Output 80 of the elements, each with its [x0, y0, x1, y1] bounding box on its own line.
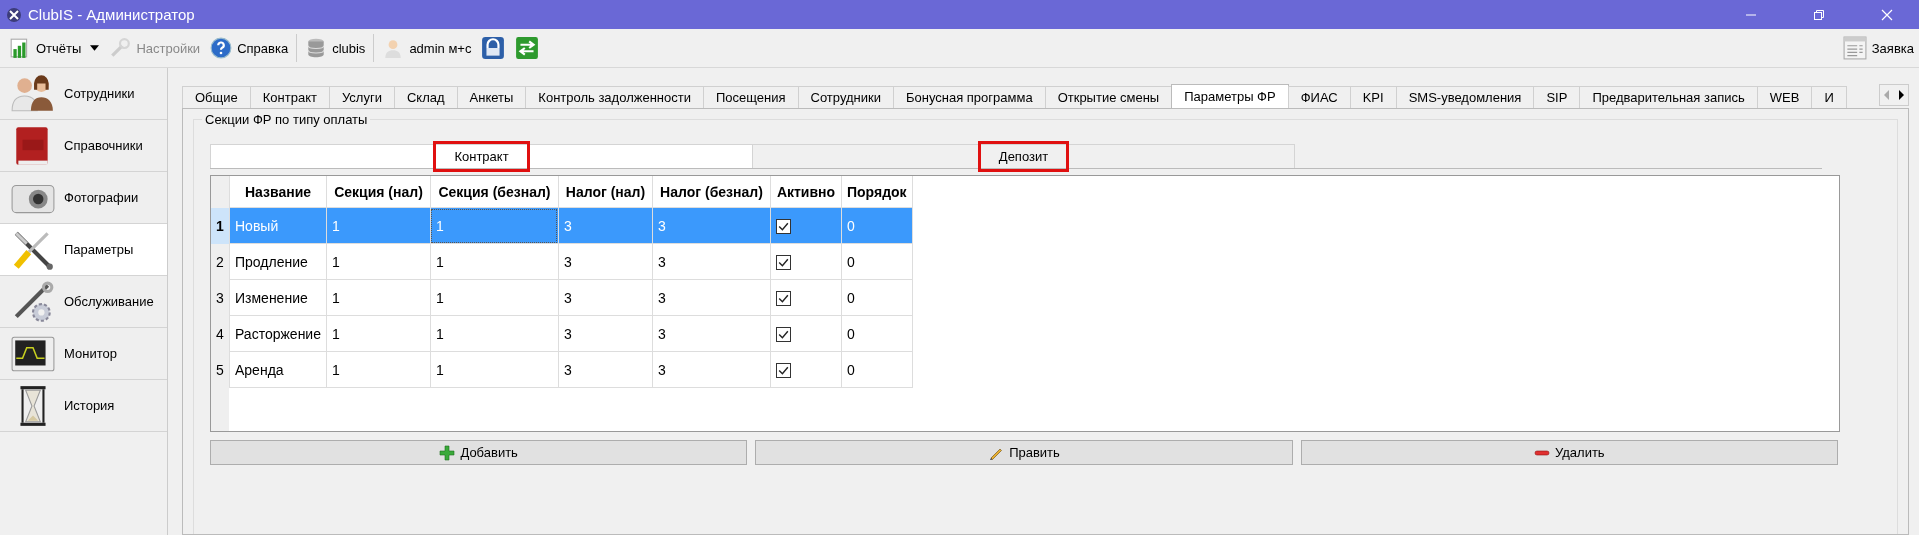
tab[interactable]: Контракт — [249, 86, 330, 108]
sidebar-label: Монитор — [64, 346, 117, 361]
restore-icon[interactable] — [1813, 8, 1825, 21]
table-cell: 1 — [326, 207, 431, 244]
sidebar-label: Сотрудники — [64, 86, 135, 101]
table-cell: 3 — [652, 315, 771, 352]
table-cell: Изменение — [229, 279, 327, 316]
table-cell: 3 — [558, 315, 653, 352]
table-cell: 1 — [326, 279, 431, 316]
table-cell: Расторжение — [229, 315, 327, 352]
table-cell: 3 — [652, 243, 771, 280]
table-cell: 1 — [326, 351, 431, 388]
sidebar-label: История — [64, 398, 115, 413]
toolbar-button[interactable]: admin м+с — [377, 33, 477, 63]
edit-button[interactable]: Править — [755, 440, 1293, 465]
table-cell: 3 — [558, 243, 653, 280]
highlight-frame: Контракт — [433, 141, 530, 172]
tab[interactable]: Посещения — [702, 86, 799, 108]
tab[interactable]: И — [1811, 86, 1847, 108]
toolbar-button[interactable]: Отчёты — [4, 33, 105, 63]
group-title: Секции ФР по типу оплаты — [202, 112, 371, 127]
table-cell: 3 — [652, 351, 771, 388]
table-cell: 0 — [841, 315, 913, 352]
sidebar-label: Параметры — [64, 242, 134, 257]
checkbox[interactable] — [776, 254, 791, 270]
checkbox[interactable] — [776, 362, 791, 378]
table-cell: 1 — [326, 315, 431, 352]
tab[interactable]: SMS-уведомления — [1395, 86, 1535, 108]
sidebar-label: Обслуживание — [64, 294, 154, 309]
toolbar-button[interactable]: Справка — [205, 33, 294, 63]
sidebar-item[interactable]: Параметры — [0, 224, 167, 276]
add-button[interactable]: Добавить — [210, 440, 748, 465]
tab[interactable]: Общие — [182, 86, 251, 108]
checkbox[interactable] — [776, 290, 791, 306]
table-cell: 0 — [841, 279, 913, 316]
table-cell: 1 — [430, 351, 559, 388]
table-cell: 3 — [652, 279, 771, 316]
table-cell: Аренда — [229, 351, 327, 388]
table-cell: 1 — [430, 279, 559, 316]
plus-icon — [439, 444, 456, 461]
table-cell: 1 — [430, 315, 559, 352]
window-title: ClubIS - Администратор — [28, 6, 195, 23]
dropdown-arrow-icon — [90, 45, 100, 51]
app-icon — [6, 6, 22, 23]
request-button[interactable]: Заявка — [1837, 33, 1919, 63]
table-cell: Новый — [229, 207, 327, 244]
tab[interactable]: Склад — [393, 86, 458, 108]
table-cell: 3 — [558, 207, 653, 244]
table-cell: 3 — [558, 279, 653, 316]
tab[interactable]: Параметры ФР — [1171, 84, 1289, 108]
checkbox[interactable] — [776, 326, 791, 342]
sidebar-label: Справочники — [64, 138, 143, 153]
help-icon — [210, 37, 233, 59]
tab[interactable]: Открытие смены — [1044, 86, 1173, 108]
table-cell: 1 — [326, 243, 431, 280]
tab[interactable]: Контроль задолженности — [525, 86, 704, 108]
delete-button[interactable]: Удалить — [1300, 440, 1838, 465]
exchange-icon — [515, 36, 540, 60]
tab[interactable]: Предварительная запись — [1579, 86, 1758, 108]
row-header[interactable]: 1 — [211, 207, 230, 244]
row-header[interactable]: 2 — [211, 243, 230, 280]
table-cell: 0 — [841, 351, 913, 388]
sidebar-label: Фотографии — [64, 190, 139, 205]
table-cell: 1 — [430, 243, 559, 280]
table-cell: 1 — [430, 207, 559, 244]
checkbox[interactable] — [776, 218, 791, 234]
lock-icon — [481, 36, 506, 60]
highlight-frame: Депозит — [977, 141, 1070, 172]
tab[interactable]: Услуги — [328, 86, 395, 108]
tab[interactable]: ФИАС — [1287, 86, 1351, 108]
table-cell: Продление — [229, 243, 327, 280]
table-cell: 3 — [652, 207, 771, 244]
close-icon[interactable] — [1881, 8, 1893, 21]
tab[interactable]: Бонусная программа — [892, 86, 1046, 108]
table-cell: 3 — [558, 351, 653, 388]
tab[interactable]: Сотрудники — [797, 86, 894, 108]
form-icon — [1842, 36, 1867, 60]
table-cell: 0 — [841, 207, 913, 244]
toolbar-button[interactable]: clubis — [300, 33, 371, 63]
table-cell: 0 — [841, 243, 913, 280]
